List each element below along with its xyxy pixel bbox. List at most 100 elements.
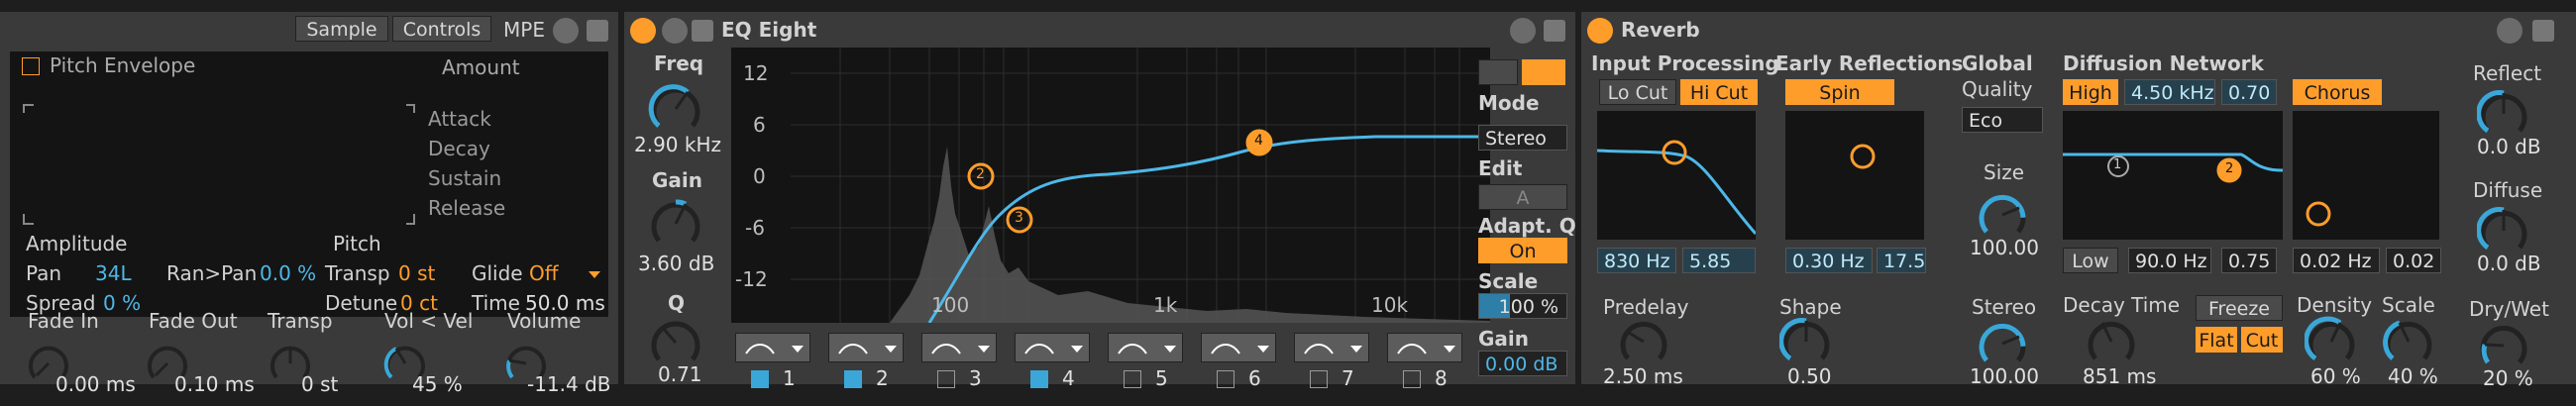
edit-a-button[interactable]: A	[1478, 184, 1567, 210]
locut-button[interactable]: Lo Cut	[1599, 79, 1676, 105]
predelay-knob[interactable]	[1617, 315, 1670, 368]
early-freq-field[interactable]: 0.30 Hz	[1785, 248, 1873, 273]
freq-label: Freq	[654, 51, 704, 75]
band-enable-8[interactable]	[1403, 370, 1421, 388]
cut-button[interactable]: Cut	[2241, 327, 2283, 353]
band-number-7: 7	[1342, 366, 1354, 390]
band-enable-5[interactable]	[1124, 370, 1141, 388]
band-enable-2[interactable]	[844, 370, 862, 388]
early-amount-field[interactable]: 17.5	[1877, 248, 1926, 273]
quality-select[interactable]: Eco	[1962, 107, 2043, 133]
scale-rev-label: Scale	[2382, 293, 2435, 317]
reverb-hot-swap-icon[interactable]	[2497, 18, 2522, 44]
band-filter-type-4[interactable]	[1015, 333, 1090, 362]
pitch-envelope-toggle[interactable]	[22, 57, 40, 75]
glide-label: Glide	[472, 261, 523, 285]
eq-hot-swap-icon[interactable]	[1510, 18, 1536, 44]
band-marker-2[interactable]: 2	[976, 166, 985, 182]
y-tick-m6: -6	[745, 216, 765, 240]
band-filter-type-8[interactable]	[1387, 333, 1462, 362]
band-marker-3[interactable]: 3	[1015, 210, 1023, 226]
diffusion-marker-2[interactable]: 2	[2225, 161, 2233, 176]
mode-select[interactable]: Stereo	[1478, 125, 1567, 151]
eq-power-button[interactable]	[630, 18, 656, 44]
diffusion-low-amount[interactable]: 0.75	[2221, 248, 2277, 273]
diffuse-value: 0.0 dB	[2477, 252, 2541, 275]
diffusion-low-freq[interactable]: 90.0 Hz	[2128, 248, 2211, 273]
band-marker-4[interactable]: 4	[1254, 133, 1263, 149]
quality-label: Quality	[1962, 77, 2033, 101]
band-filter-type-2[interactable]	[828, 333, 904, 362]
eq-oversample-button[interactable]	[1478, 59, 1518, 85]
input-filter-curve[interactable]	[1597, 111, 1756, 240]
freq-knob[interactable]	[648, 81, 703, 137]
band-filter-type-6[interactable]	[1201, 333, 1276, 362]
release-label: Release	[428, 196, 506, 220]
spread-value[interactable]: 0 %	[103, 291, 141, 315]
band-enable-4[interactable]	[1030, 370, 1048, 388]
chorus-button[interactable]: Chorus	[2293, 79, 2382, 105]
tab-controls[interactable]: Controls	[392, 16, 491, 42]
reflect-value: 0.0 dB	[2477, 135, 2541, 158]
eq-curve-graph[interactable]	[731, 48, 1490, 323]
pitch-envelope-title: Pitch Envelope	[50, 53, 196, 77]
hot-swap-icon[interactable]	[553, 18, 579, 44]
eq-save-icon[interactable]	[1544, 20, 1565, 42]
diffusion-high-freq[interactable]: 4.50 kHz	[2124, 79, 2215, 105]
spin-button[interactable]: Spin	[1785, 79, 1894, 105]
diffusion-high-amount[interactable]: 0.70	[2221, 79, 2277, 105]
decay-knob[interactable]	[2085, 315, 2138, 368]
scale-rev-knob[interactable]	[2382, 315, 2435, 368]
chorus-freq-field[interactable]: 0.02 Hz	[2293, 248, 2380, 273]
chorus-amount-field[interactable]: 0.02	[2386, 248, 2441, 273]
reverb-power-button[interactable]	[1587, 18, 1613, 44]
ranpan-value[interactable]: 0.0 %	[260, 261, 316, 285]
save-icon[interactable]	[587, 20, 608, 42]
diffusion-high-button[interactable]: High	[2063, 79, 2118, 105]
band-enable-6[interactable]	[1217, 370, 1234, 388]
stereo-knob[interactable]	[1976, 317, 2029, 370]
diffusion-low-button[interactable]: Low	[2063, 248, 2118, 273]
band-enable-3[interactable]	[937, 370, 955, 388]
band-enable-1[interactable]	[751, 370, 769, 388]
diffuse-label: Diffuse	[2473, 178, 2543, 202]
eq-play-icon[interactable]	[662, 18, 688, 44]
reverb-title: Reverb	[1621, 18, 1700, 42]
diffuse-knob[interactable]	[2477, 204, 2530, 257]
drywet-knob[interactable]	[2477, 319, 2530, 372]
band-filter-type-3[interactable]	[921, 333, 997, 362]
reflect-knob[interactable]	[2477, 87, 2530, 141]
pitch-transp-value[interactable]: 0 st	[398, 261, 435, 285]
band-filter-type-7[interactable]	[1294, 333, 1369, 362]
size-knob[interactable]	[1976, 188, 2029, 242]
input-freq-field[interactable]: 830 Hz	[1597, 248, 1676, 273]
tab-mpe[interactable]: MPE	[503, 18, 545, 42]
band-filter-type-5[interactable]	[1108, 333, 1183, 362]
freeze-button[interactable]: Freeze	[2196, 295, 2283, 321]
gain-knob[interactable]	[648, 196, 703, 252]
stereo-value: 100.00	[1970, 364, 2039, 388]
eq-analyzer-button[interactable]	[1522, 59, 1565, 85]
band-filter-type-1[interactable]	[735, 333, 810, 362]
scale-value[interactable]: 100 %	[1478, 293, 1567, 319]
glide-dropdown-arrow-icon[interactable]	[589, 271, 600, 278]
shape-knob[interactable]	[1779, 315, 1833, 368]
input-q-field[interactable]: 5.85	[1682, 248, 1756, 273]
pan-value[interactable]: 34L	[95, 261, 132, 285]
diffusion-marker-1[interactable]: 1	[2113, 157, 2121, 172]
reverb-save-icon[interactable]	[2532, 20, 2554, 42]
flat-button[interactable]: Flat	[2196, 327, 2237, 353]
band-enable-7[interactable]	[1310, 370, 1328, 388]
adaptq-toggle[interactable]: On	[1478, 238, 1567, 263]
gain2-value[interactable]: 0.00 dB	[1478, 351, 1567, 376]
diffusion-curve[interactable]	[2063, 111, 2283, 240]
glide-value[interactable]: Off	[529, 261, 559, 285]
global-title: Global	[1962, 51, 2033, 75]
early-marker[interactable]	[1785, 111, 1924, 240]
hicut-button[interactable]: Hi Cut	[1680, 79, 1758, 105]
chorus-marker[interactable]	[2293, 111, 2439, 240]
tab-sample[interactable]: Sample	[295, 16, 388, 42]
density-knob[interactable]	[2305, 315, 2358, 368]
adaptq-label: Adapt. Q	[1478, 214, 1576, 238]
envelope-display[interactable]	[22, 103, 418, 226]
